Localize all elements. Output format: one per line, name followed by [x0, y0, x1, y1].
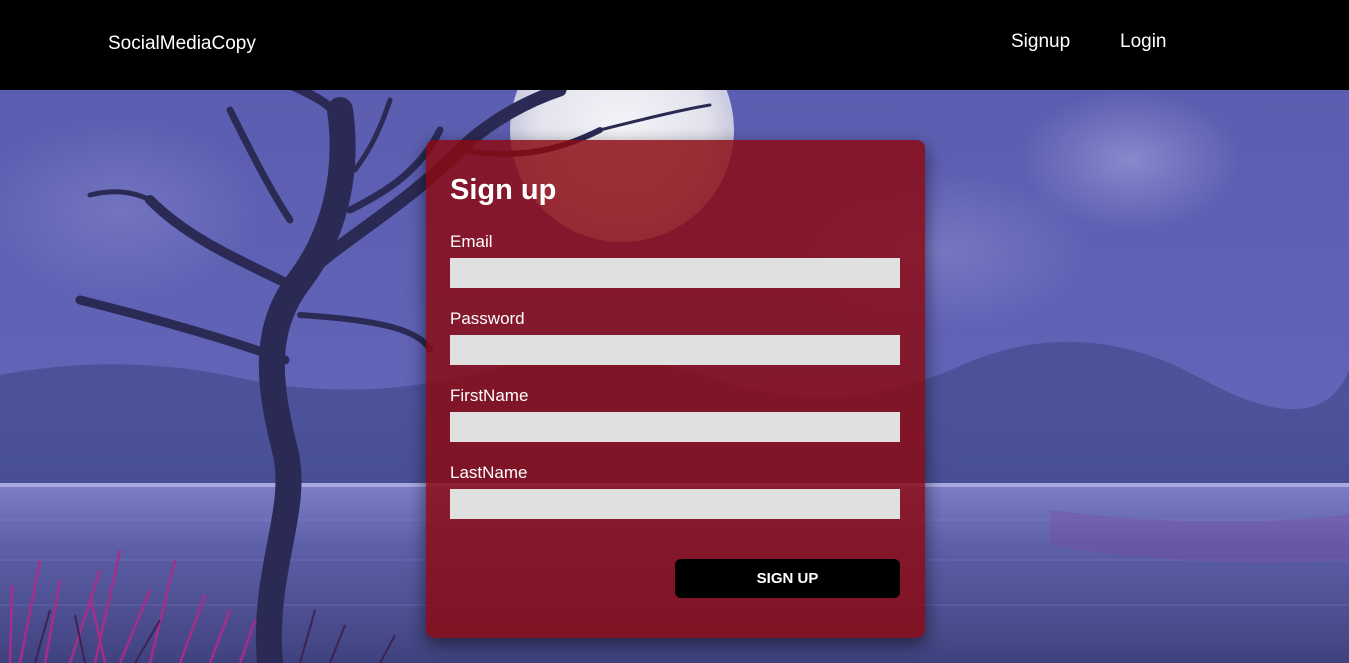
- form-title: Sign up: [450, 174, 557, 206]
- password-label: Password: [450, 309, 525, 328]
- signup-form-card: Sign up Email Password FirstName LastNam…: [426, 140, 925, 638]
- brand-logo-link[interactable]: SocialMediaCopy: [108, 33, 256, 55]
- nav-link-login[interactable]: Login: [1120, 31, 1167, 53]
- email-input[interactable]: [450, 258, 900, 288]
- lastname-input[interactable]: [450, 489, 900, 519]
- page: SocialMediaCopy Signup Login Sign up Ema…: [0, 0, 1349, 663]
- firstname-label: FirstName: [450, 386, 529, 405]
- top-navbar: SocialMediaCopy Signup Login: [0, 0, 1349, 90]
- email-label: Email: [450, 232, 493, 251]
- signup-submit-button[interactable]: SIGN UP: [675, 559, 900, 598]
- password-input[interactable]: [450, 335, 900, 365]
- firstname-input[interactable]: [450, 412, 900, 442]
- lastname-label: LastName: [450, 463, 528, 482]
- nav-link-signup[interactable]: Signup: [1011, 31, 1070, 53]
